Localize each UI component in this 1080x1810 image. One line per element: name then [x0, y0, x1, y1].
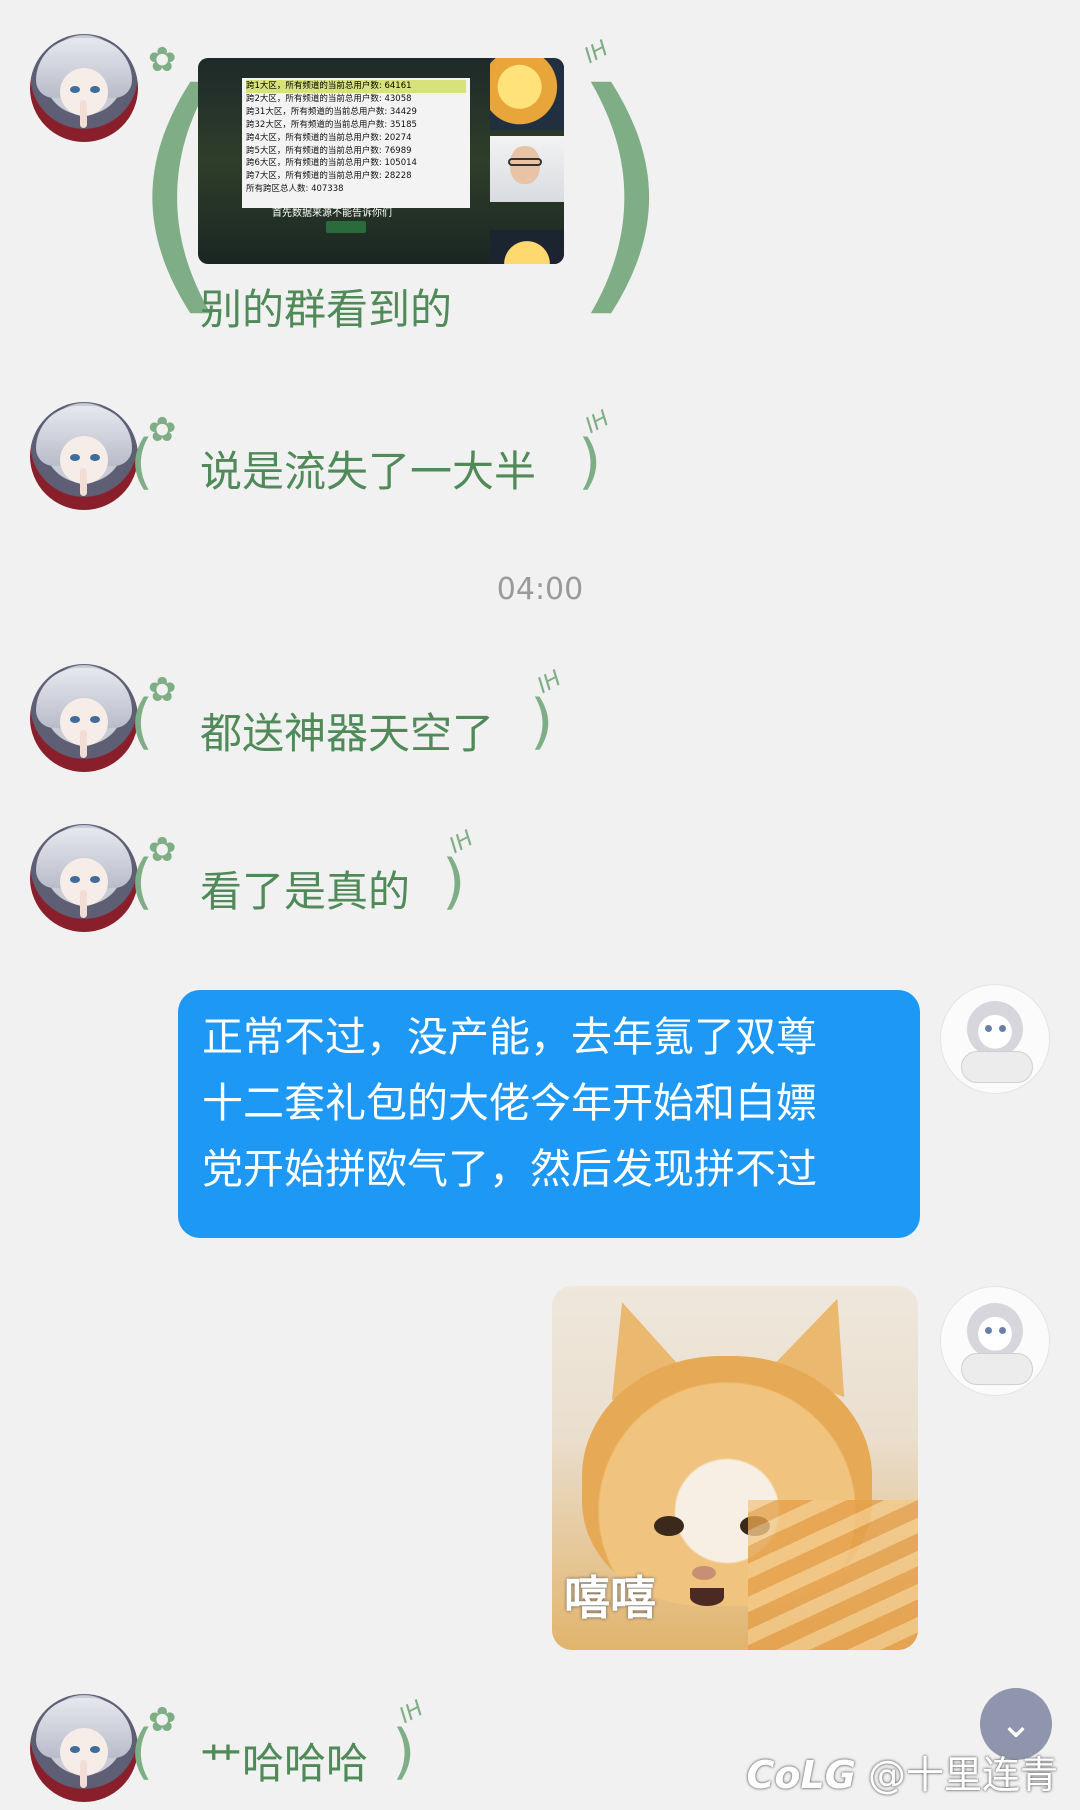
- forwarded-image[interactable]: 跨1大区，所有频道的当前总用户数: 64161 跨2大区，所有频道的当前总用户数…: [198, 58, 564, 264]
- image-caption: 首先数据来源不能告诉你们: [272, 208, 392, 219]
- user-count-table: 跨1大区，所有频道的当前总用户数: 64161 跨2大区，所有频道的当前总用户数…: [242, 78, 470, 208]
- sticker-caption: 嘻嘻: [564, 1571, 656, 1625]
- avatar-self[interactable]: [940, 1286, 1050, 1396]
- avatar-other[interactable]: [30, 664, 138, 772]
- watermark-brand: CoLG: [746, 1753, 856, 1797]
- timestamp: 04:00: [496, 572, 584, 607]
- avatar-other[interactable]: [30, 34, 138, 142]
- message-text[interactable]: 别的群看到的: [200, 276, 452, 337]
- cat-sticker[interactable]: 嘻嘻: [552, 1286, 918, 1650]
- message-text[interactable]: 都送神器天空了: [200, 700, 494, 761]
- avatar-other[interactable]: [30, 402, 138, 510]
- avatar-other[interactable]: [30, 824, 138, 932]
- avatar-other[interactable]: [30, 1694, 138, 1802]
- message-line: 十二套礼包的大佬今年开始和白嫖: [202, 1079, 817, 1127]
- watermark-handle: @十里连青: [867, 1753, 1058, 1797]
- image-button: [326, 221, 366, 233]
- streamer-cam: [490, 136, 564, 202]
- watermark: CoLG @十里连青: [746, 1744, 1058, 1799]
- message-line: 党开始拼欧气了，然后发现拼不过: [202, 1145, 817, 1193]
- self-message-bubble[interactable]: 正常不过，没产能，去年氪了双尊 十二套礼包的大佬今年开始和白嫖 党开始拼欧气了，…: [178, 990, 920, 1238]
- character-art: [490, 58, 564, 130]
- message-line: 正常不过，没产能，去年氪了双尊: [202, 1013, 817, 1061]
- avatar-self[interactable]: [940, 984, 1050, 1094]
- moon-art: [490, 230, 564, 264]
- message-text[interactable]: 说是流失了一大半: [200, 438, 536, 499]
- message-text[interactable]: 艹哈哈哈: [200, 1730, 368, 1791]
- chevron-down-icon: ⌄: [999, 1701, 1033, 1747]
- message-text[interactable]: 看了是真的: [200, 858, 410, 919]
